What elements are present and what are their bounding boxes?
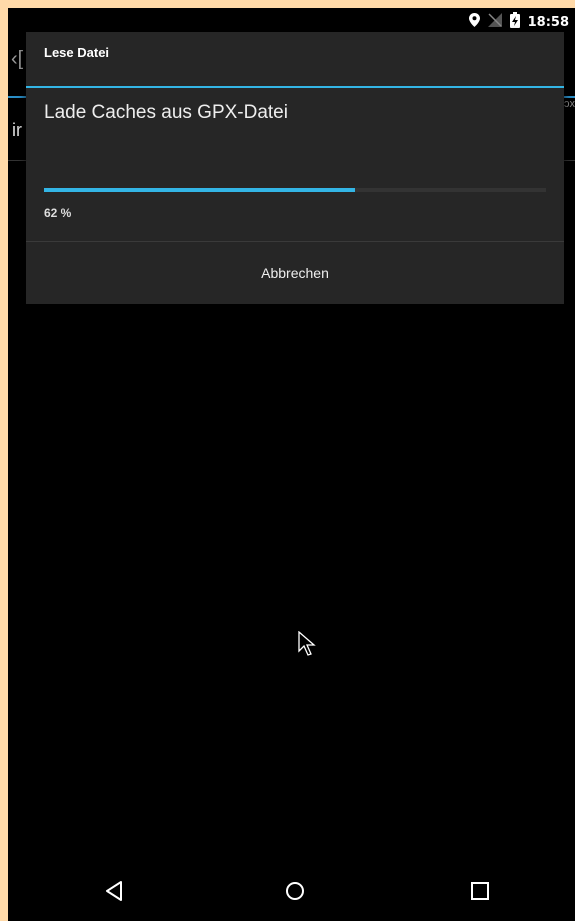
mouse-pointer-icon bbox=[298, 630, 316, 662]
location-icon bbox=[468, 13, 480, 31]
back-icon[interactable] bbox=[100, 877, 128, 905]
background-back-glyph: ‹[ bbox=[11, 48, 24, 70]
dialog-message: Lade Caches aus GPX-Datei bbox=[44, 102, 288, 123]
no-signal-icon bbox=[487, 13, 502, 31]
clock: 18:58 bbox=[527, 14, 569, 30]
background-row-text: ir bbox=[12, 120, 22, 140]
progress-dialog: Lese Datei Lade Caches aus GPX-Datei 62 … bbox=[26, 32, 564, 304]
navigation-bar bbox=[8, 861, 575, 921]
progress-percentage: 62 % bbox=[44, 206, 72, 220]
battery-charging-icon bbox=[509, 12, 520, 32]
home-icon[interactable] bbox=[281, 877, 309, 905]
status-bar: 18:58 bbox=[8, 8, 575, 32]
progress-fill bbox=[44, 188, 356, 192]
progress-bar bbox=[44, 188, 546, 192]
device-screen: 18:58 ‹[ ir ɔx Lese Datei Lade Caches au… bbox=[8, 8, 575, 921]
background-right-text: ɔx bbox=[564, 98, 575, 110]
cancel-button[interactable]: Abbrechen bbox=[26, 242, 564, 304]
dialog-title: Lese Datei bbox=[26, 32, 564, 88]
recents-icon[interactable] bbox=[466, 877, 494, 905]
